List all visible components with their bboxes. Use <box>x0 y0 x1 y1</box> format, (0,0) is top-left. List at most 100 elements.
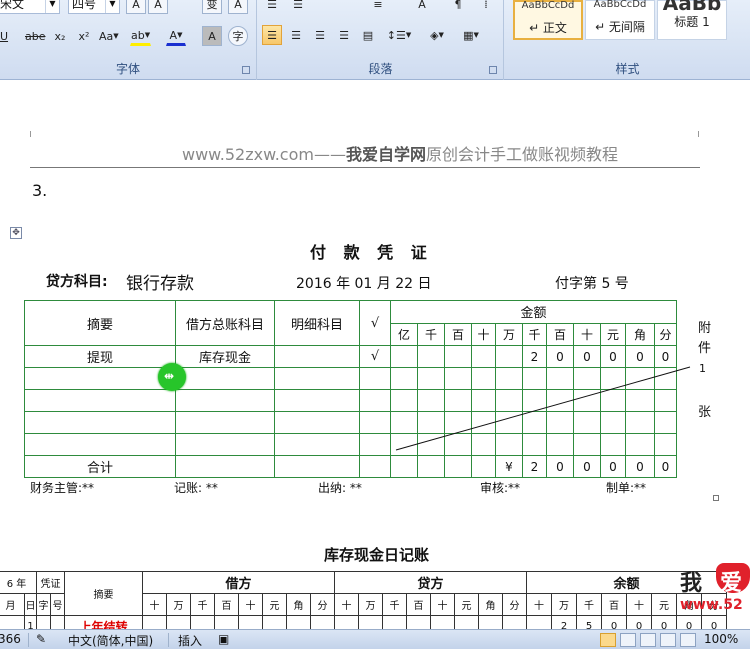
web-view-button[interactable] <box>640 633 656 647</box>
ledger-cell[interactable] <box>142 615 167 629</box>
balance-digit[interactable]: 5 <box>576 615 602 629</box>
shrink-font-button[interactable]: A <box>148 0 168 14</box>
month-header[interactable]: 月 <box>0 593 25 616</box>
balance-digit[interactable]: 0 <box>601 615 627 629</box>
amount-digit[interactable]: 0 <box>573 345 601 368</box>
ledger-cell[interactable] <box>166 615 191 629</box>
total-digit[interactable]: ¥ <box>495 455 523 478</box>
outline-view-button[interactable] <box>660 633 676 647</box>
ledger-digit-header[interactable]: 千 <box>382 593 407 616</box>
ledger-cell[interactable] <box>36 615 51 629</box>
ledger-digit-header[interactable]: 百 <box>406 593 431 616</box>
empty-cell[interactable] <box>546 433 574 456</box>
strikethrough-button[interactable]: abe <box>24 26 47 46</box>
ledger-summary-header[interactable]: 摘要 <box>64 571 143 616</box>
ledger-cell[interactable] <box>310 615 335 629</box>
balance-digit[interactable] <box>526 615 552 629</box>
empty-cell[interactable] <box>625 367 655 390</box>
voucher-header[interactable]: 凭证 <box>36 571 65 594</box>
empty-cell[interactable] <box>573 411 601 434</box>
empty-cell[interactable] <box>417 433 445 456</box>
digit-header[interactable]: 分 <box>654 322 677 346</box>
empty-cell[interactable] <box>390 367 418 390</box>
digit-header[interactable]: 角 <box>625 322 655 346</box>
enclose-char-button[interactable]: 字 <box>228 26 248 46</box>
zoom-level[interactable]: 100% <box>704 632 738 646</box>
ledger-cell[interactable] <box>262 615 287 629</box>
ledger-cell[interactable] <box>478 615 503 629</box>
empty-cell[interactable] <box>522 411 547 434</box>
language-indicator[interactable]: 中文(简体,中国) <box>68 632 153 649</box>
empty-cell[interactable] <box>471 389 496 412</box>
digit-header[interactable]: 十 <box>471 322 496 346</box>
ledger-digit-header[interactable]: 角 <box>478 593 503 616</box>
ledger-cell[interactable] <box>406 615 431 629</box>
amount-digit[interactable] <box>495 345 523 368</box>
ledger-day[interactable]: 1 <box>24 615 37 629</box>
show-marks-icon[interactable]: ¶ <box>448 0 468 14</box>
empty-cell[interactable] <box>390 389 418 412</box>
empty-cell[interactable] <box>600 389 626 412</box>
ledger-digit-header[interactable]: 元 <box>454 593 479 616</box>
empty-cell[interactable] <box>654 389 677 412</box>
digit-header[interactable]: 千 <box>417 322 445 346</box>
empty-cell[interactable] <box>390 433 418 456</box>
line-spacing-icon[interactable]: ↕☰ ▼ <box>384 25 414 45</box>
ledger-cell[interactable] <box>430 615 455 629</box>
proofing-icon[interactable]: ✎ <box>36 632 46 646</box>
fullscreen-view-button[interactable] <box>620 633 636 647</box>
increase-indent-icon[interactable]: ☰ <box>288 0 308 14</box>
balance-digit[interactable]: 0 <box>651 615 677 629</box>
empty-cell[interactable] <box>24 433 176 456</box>
borders-icon[interactable]: ▦ ▼ <box>456 25 486 45</box>
total-digit[interactable]: 0 <box>654 455 677 478</box>
empty-cell[interactable] <box>444 367 472 390</box>
insert-mode[interactable]: 插入 <box>178 632 202 649</box>
ledger-cell[interactable] <box>214 615 239 629</box>
grow-font-button[interactable]: A <box>126 0 146 14</box>
empty-cell[interactable] <box>495 433 523 456</box>
ledger-cell[interactable] <box>238 615 263 629</box>
amount-digit[interactable]: 0 <box>600 345 626 368</box>
total-digit[interactable] <box>444 455 472 478</box>
chevron-down-icon[interactable]: ▼ <box>105 0 119 13</box>
empty-cell[interactable] <box>495 389 523 412</box>
empty-cell[interactable] <box>654 433 677 456</box>
empty-cell[interactable] <box>625 433 655 456</box>
ledger-digit-header[interactable]: 十 <box>334 593 359 616</box>
ledger-summary[interactable]: 上年结转 <box>64 615 143 629</box>
digit-header[interactable]: 千 <box>522 322 547 346</box>
amount-digit[interactable]: 0 <box>546 345 574 368</box>
empty-cell[interactable] <box>24 367 176 390</box>
ledger-digit-header[interactable]: 分 <box>310 593 335 616</box>
amount-digit[interactable]: 2 <box>522 345 547 368</box>
table-resize-handle-icon[interactable] <box>713 495 719 501</box>
empty-cell[interactable] <box>274 367 360 390</box>
total-digit[interactable]: 0 <box>600 455 626 478</box>
macro-icon[interactable]: ▣ <box>218 632 229 646</box>
ledger-cell[interactable] <box>454 615 479 629</box>
ledger-table[interactable]: 6 年 凭证 摘要 借方 贷方 余额 月 日 字 号 十万千百十元角分十万千百十… <box>0 571 727 629</box>
ledger-digit-header[interactable]: 千 <box>190 593 215 616</box>
char-shading-button[interactable]: A <box>202 26 222 46</box>
empty-cell[interactable] <box>175 411 275 434</box>
empty-cell[interactable] <box>573 433 601 456</box>
phonetic-button[interactable]: 变 <box>202 0 222 14</box>
day-header[interactable]: 日 <box>24 593 37 616</box>
sort-icon[interactable]: ≡ <box>368 0 388 14</box>
ledger-digit-header[interactable]: 百 <box>214 593 239 616</box>
subscript-button[interactable]: x₂ <box>50 26 70 46</box>
year-header[interactable]: 6 年 <box>0 571 37 594</box>
empty-cell[interactable] <box>522 367 547 390</box>
ledger-cell[interactable] <box>334 615 359 629</box>
empty-cell[interactable] <box>600 367 626 390</box>
ledger-cell[interactable] <box>50 615 65 629</box>
ledger-digit-header[interactable]: 万 <box>358 593 383 616</box>
total-cell[interactable] <box>274 455 360 478</box>
row-account[interactable]: 库存现金 <box>175 345 275 368</box>
ledger-digit-header[interactable]: 分 <box>502 593 527 616</box>
empty-cell[interactable] <box>522 389 547 412</box>
amount-digit[interactable]: 0 <box>654 345 677 368</box>
more-icon[interactable]: ⁞ <box>476 0 496 14</box>
ledger-digit-header[interactable]: 百 <box>601 593 627 616</box>
